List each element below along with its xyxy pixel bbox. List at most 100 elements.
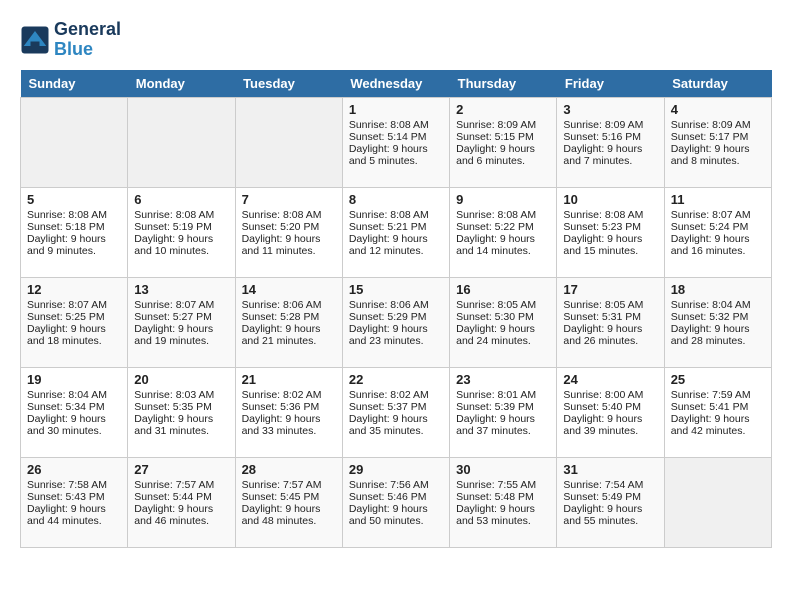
day-number: 3 xyxy=(563,102,657,117)
sunset: Sunset: 5:49 PM xyxy=(563,491,641,503)
sunrise: Sunrise: 8:02 AM xyxy=(242,389,322,401)
sunrise: Sunrise: 8:07 AM xyxy=(134,299,214,311)
sunrise: Sunrise: 8:04 AM xyxy=(671,299,751,311)
sunset: Sunset: 5:32 PM xyxy=(671,311,749,323)
sunset: Sunset: 5:21 PM xyxy=(349,221,427,233)
day-header-saturday: Saturday xyxy=(664,70,771,98)
sunset: Sunset: 5:17 PM xyxy=(671,131,749,143)
sunset: Sunset: 5:18 PM xyxy=(27,221,105,233)
daylight: Daylight: 9 hours and 35 minutes. xyxy=(349,413,428,437)
day-header-thursday: Thursday xyxy=(450,70,557,98)
sunrise: Sunrise: 8:09 AM xyxy=(671,119,751,131)
sunrise: Sunrise: 8:03 AM xyxy=(134,389,214,401)
daylight: Daylight: 9 hours and 12 minutes. xyxy=(349,233,428,257)
calendar-week-1: 1 Sunrise: 8:08 AM Sunset: 5:14 PM Dayli… xyxy=(21,97,772,187)
calendar-cell xyxy=(235,97,342,187)
sunset: Sunset: 5:24 PM xyxy=(671,221,749,233)
sunrise: Sunrise: 8:00 AM xyxy=(563,389,643,401)
calendar-header-row: SundayMondayTuesdayWednesdayThursdayFrid… xyxy=(21,70,772,98)
calendar-cell: 24 Sunrise: 8:00 AM Sunset: 5:40 PM Dayl… xyxy=(557,367,664,457)
sunset: Sunset: 5:35 PM xyxy=(134,401,212,413)
day-number: 28 xyxy=(242,462,336,477)
sunrise: Sunrise: 8:06 AM xyxy=(242,299,322,311)
calendar-cell: 22 Sunrise: 8:02 AM Sunset: 5:37 PM Dayl… xyxy=(342,367,449,457)
calendar-cell: 18 Sunrise: 8:04 AM Sunset: 5:32 PM Dayl… xyxy=(664,277,771,367)
daylight: Daylight: 9 hours and 5 minutes. xyxy=(349,143,428,167)
daylight: Daylight: 9 hours and 30 minutes. xyxy=(27,413,106,437)
sunset: Sunset: 5:43 PM xyxy=(27,491,105,503)
day-header-monday: Monday xyxy=(128,70,235,98)
daylight: Daylight: 9 hours and 23 minutes. xyxy=(349,323,428,347)
day-number: 7 xyxy=(242,192,336,207)
sunrise: Sunrise: 8:08 AM xyxy=(134,209,214,221)
sunset: Sunset: 5:36 PM xyxy=(242,401,320,413)
sunset: Sunset: 5:23 PM xyxy=(563,221,641,233)
day-header-tuesday: Tuesday xyxy=(235,70,342,98)
sunset: Sunset: 5:14 PM xyxy=(349,131,427,143)
daylight: Daylight: 9 hours and 46 minutes. xyxy=(134,503,213,527)
day-number: 17 xyxy=(563,282,657,297)
day-number: 13 xyxy=(134,282,228,297)
calendar-week-5: 26 Sunrise: 7:58 AM Sunset: 5:43 PM Dayl… xyxy=(21,457,772,547)
sunrise: Sunrise: 8:08 AM xyxy=(349,209,429,221)
sunrise: Sunrise: 8:08 AM xyxy=(456,209,536,221)
daylight: Daylight: 9 hours and 50 minutes. xyxy=(349,503,428,527)
day-number: 16 xyxy=(456,282,550,297)
daylight: Daylight: 9 hours and 26 minutes. xyxy=(563,323,642,347)
day-number: 25 xyxy=(671,372,765,387)
calendar-cell: 16 Sunrise: 8:05 AM Sunset: 5:30 PM Dayl… xyxy=(450,277,557,367)
logo: General Blue xyxy=(20,20,121,60)
daylight: Daylight: 9 hours and 21 minutes. xyxy=(242,323,321,347)
day-number: 29 xyxy=(349,462,443,477)
daylight: Daylight: 9 hours and 18 minutes. xyxy=(27,323,106,347)
calendar-cell: 10 Sunrise: 8:08 AM Sunset: 5:23 PM Dayl… xyxy=(557,187,664,277)
daylight: Daylight: 9 hours and 11 minutes. xyxy=(242,233,321,257)
day-header-friday: Friday xyxy=(557,70,664,98)
sunrise: Sunrise: 8:04 AM xyxy=(27,389,107,401)
sunset: Sunset: 5:25 PM xyxy=(27,311,105,323)
daylight: Daylight: 9 hours and 16 minutes. xyxy=(671,233,750,257)
day-number: 11 xyxy=(671,192,765,207)
page-header: General Blue xyxy=(20,20,772,60)
day-number: 18 xyxy=(671,282,765,297)
sunset: Sunset: 5:41 PM xyxy=(671,401,749,413)
calendar-cell: 8 Sunrise: 8:08 AM Sunset: 5:21 PM Dayli… xyxy=(342,187,449,277)
calendar-cell: 3 Sunrise: 8:09 AM Sunset: 5:16 PM Dayli… xyxy=(557,97,664,187)
day-header-sunday: Sunday xyxy=(21,70,128,98)
sunrise: Sunrise: 7:57 AM xyxy=(134,479,214,491)
sunrise: Sunrise: 8:05 AM xyxy=(456,299,536,311)
sunset: Sunset: 5:30 PM xyxy=(456,311,534,323)
daylight: Daylight: 9 hours and 19 minutes. xyxy=(134,323,213,347)
day-number: 19 xyxy=(27,372,121,387)
day-number: 27 xyxy=(134,462,228,477)
sunset: Sunset: 5:22 PM xyxy=(456,221,534,233)
calendar-cell: 20 Sunrise: 8:03 AM Sunset: 5:35 PM Dayl… xyxy=(128,367,235,457)
day-number: 21 xyxy=(242,372,336,387)
daylight: Daylight: 9 hours and 48 minutes. xyxy=(242,503,321,527)
daylight: Daylight: 9 hours and 15 minutes. xyxy=(563,233,642,257)
day-header-wednesday: Wednesday xyxy=(342,70,449,98)
daylight: Daylight: 9 hours and 39 minutes. xyxy=(563,413,642,437)
sunrise: Sunrise: 8:06 AM xyxy=(349,299,429,311)
sunrise: Sunrise: 8:08 AM xyxy=(349,119,429,131)
day-number: 24 xyxy=(563,372,657,387)
day-number: 23 xyxy=(456,372,550,387)
sunset: Sunset: 5:48 PM xyxy=(456,491,534,503)
calendar-cell: 9 Sunrise: 8:08 AM Sunset: 5:22 PM Dayli… xyxy=(450,187,557,277)
day-number: 31 xyxy=(563,462,657,477)
daylight: Daylight: 9 hours and 44 minutes. xyxy=(27,503,106,527)
daylight: Daylight: 9 hours and 14 minutes. xyxy=(456,233,535,257)
daylight: Daylight: 9 hours and 8 minutes. xyxy=(671,143,750,167)
calendar-week-2: 5 Sunrise: 8:08 AM Sunset: 5:18 PM Dayli… xyxy=(21,187,772,277)
sunset: Sunset: 5:28 PM xyxy=(242,311,320,323)
sunset: Sunset: 5:45 PM xyxy=(242,491,320,503)
sunrise: Sunrise: 7:58 AM xyxy=(27,479,107,491)
day-number: 30 xyxy=(456,462,550,477)
sunrise: Sunrise: 8:08 AM xyxy=(563,209,643,221)
calendar-cell: 5 Sunrise: 8:08 AM Sunset: 5:18 PM Dayli… xyxy=(21,187,128,277)
calendar-cell: 27 Sunrise: 7:57 AM Sunset: 5:44 PM Dayl… xyxy=(128,457,235,547)
calendar-cell: 11 Sunrise: 8:07 AM Sunset: 5:24 PM Dayl… xyxy=(664,187,771,277)
calendar-body: 1 Sunrise: 8:08 AM Sunset: 5:14 PM Dayli… xyxy=(21,97,772,547)
daylight: Daylight: 9 hours and 28 minutes. xyxy=(671,323,750,347)
daylight: Daylight: 9 hours and 9 minutes. xyxy=(27,233,106,257)
